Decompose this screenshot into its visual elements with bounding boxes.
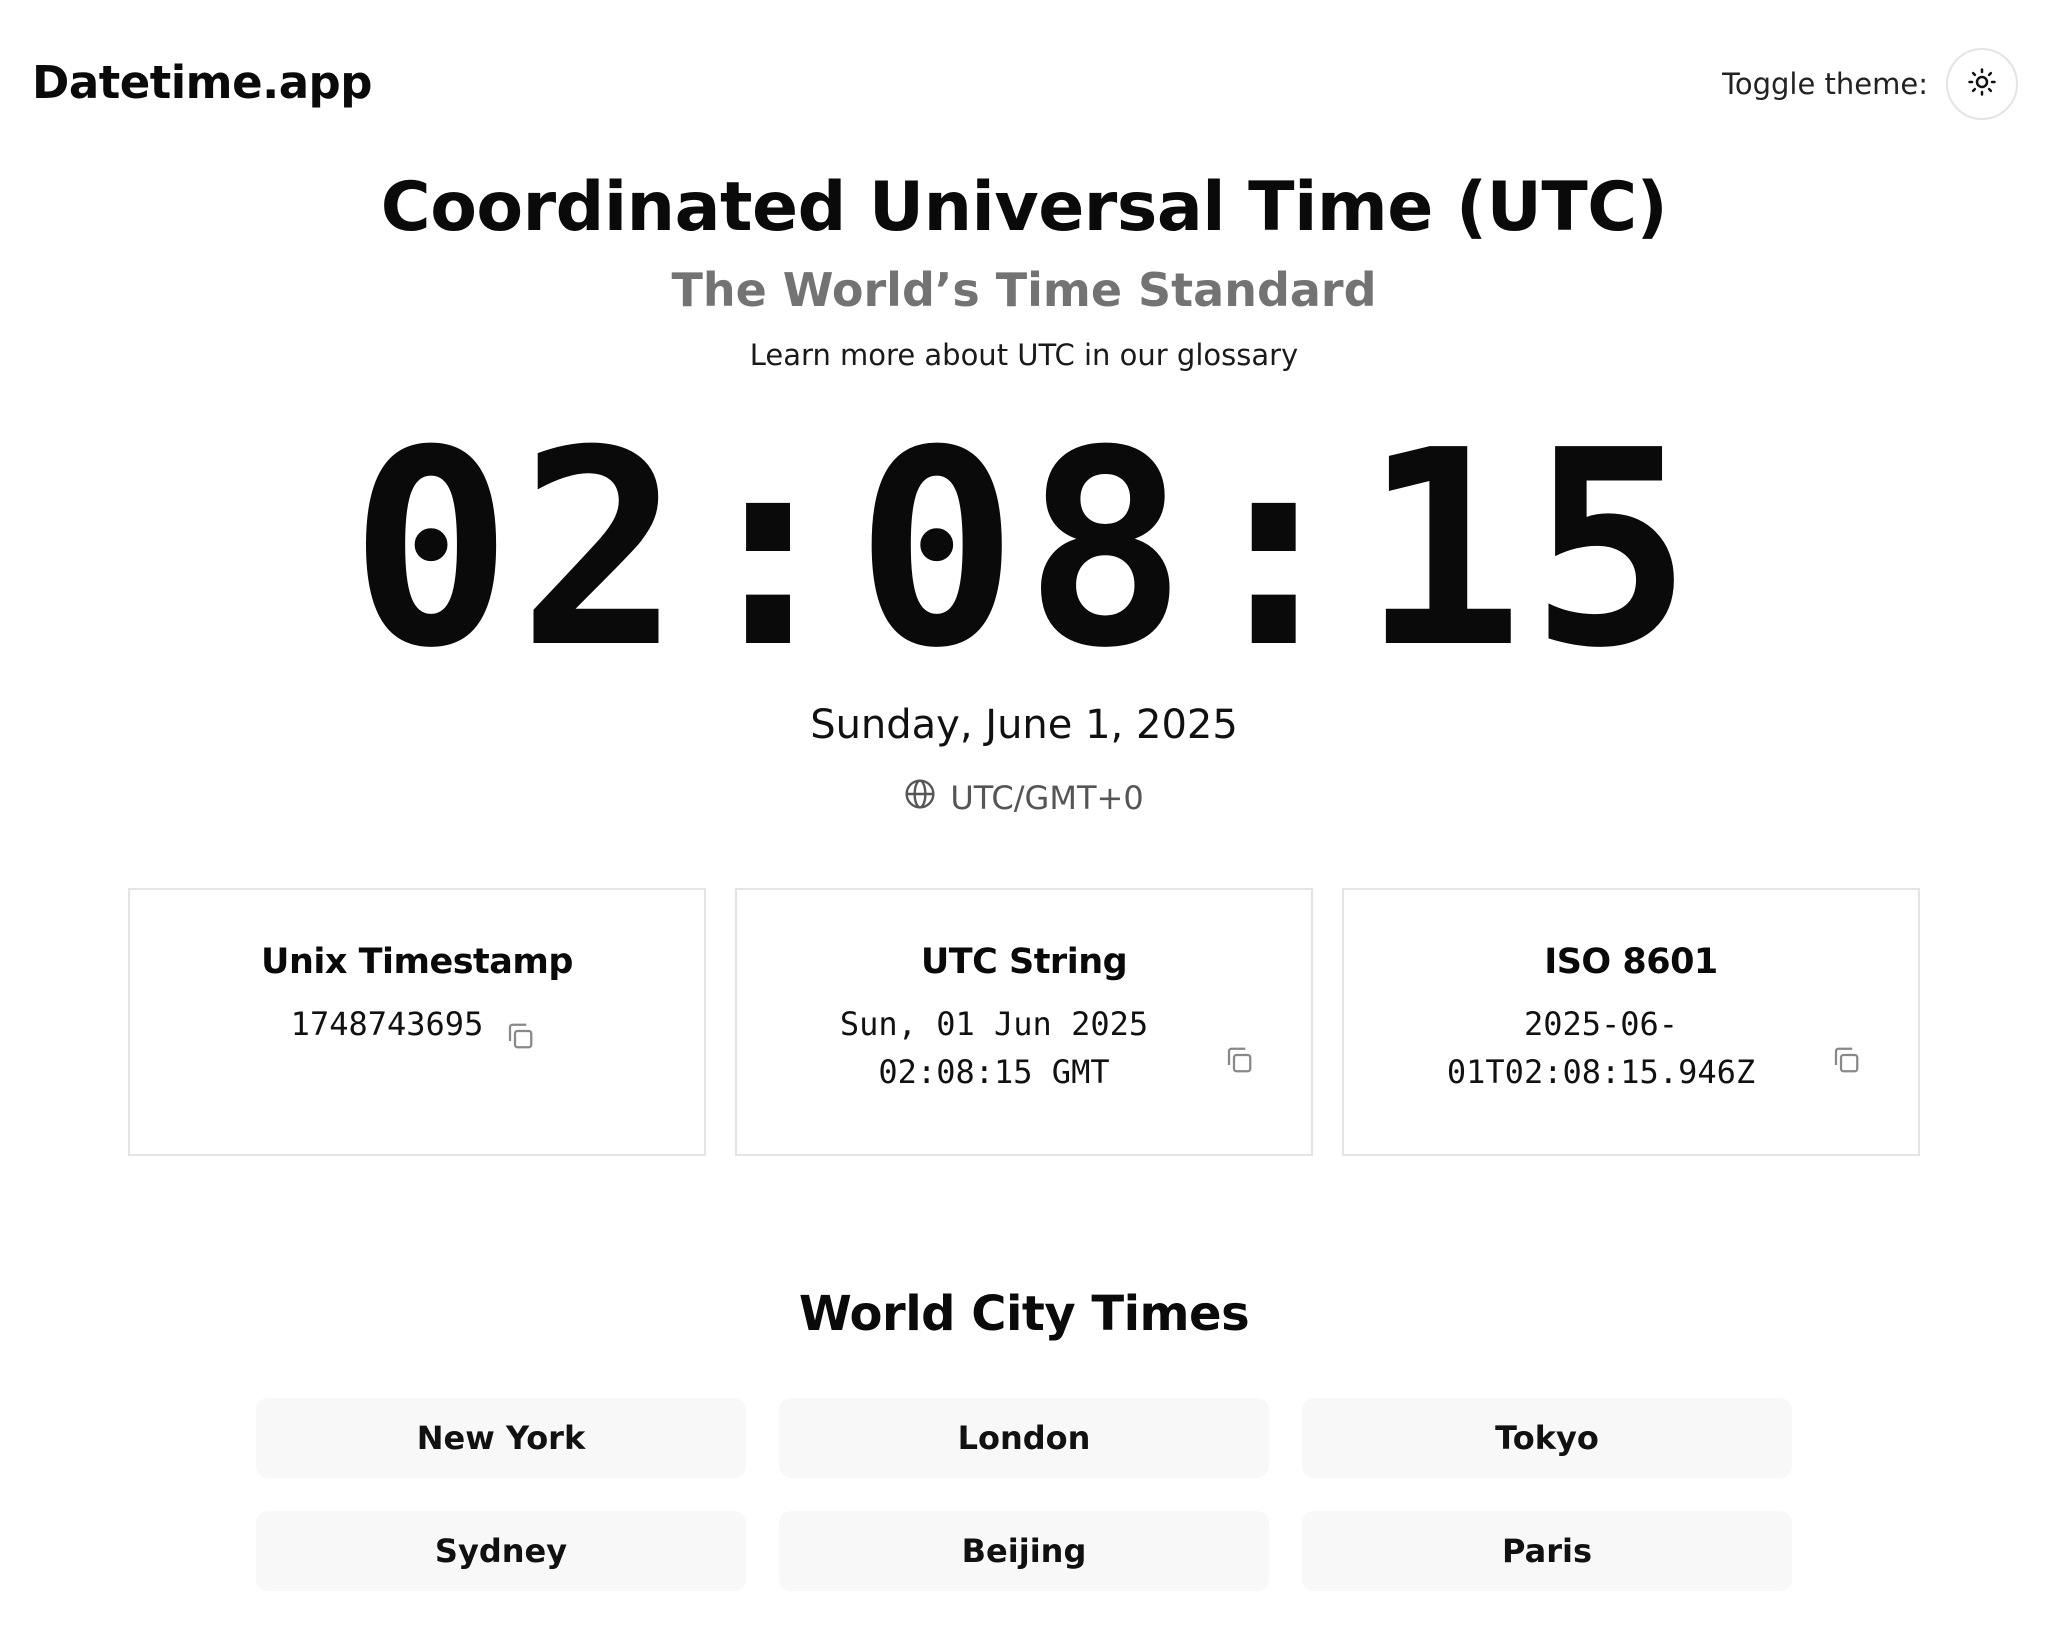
time-format-cards: Unix Timestamp 1748743695 UTC String Sun… xyxy=(128,888,1920,1156)
city-button-sydney[interactable]: Sydney xyxy=(256,1511,746,1591)
timezone-indicator: UTC/GMT+0 xyxy=(0,778,2048,818)
theme-toggle-button[interactable] xyxy=(1946,48,2018,120)
iso-8601-card: ISO 8601 2025-06- 01T02:08:15.946Z xyxy=(1342,888,1920,1156)
copy-unix-button[interactable] xyxy=(500,1018,540,1058)
current-date: Sunday, June 1, 2025 xyxy=(810,702,1238,748)
globe-icon xyxy=(904,778,950,818)
city-button-london[interactable]: London xyxy=(779,1398,1269,1478)
city-button-beijing[interactable]: Beijing xyxy=(779,1511,1269,1591)
page-title: Coordinated Universal Time (UTC) xyxy=(380,168,1668,247)
clock-display: 02:08:15 xyxy=(349,392,1699,707)
world-city-times-title: World City Times xyxy=(798,1286,1250,1342)
city-button-tokyo[interactable]: Tokyo xyxy=(1302,1398,1792,1478)
copy-iso-button[interactable] xyxy=(1826,1042,1866,1082)
card-title: ISO 8601 xyxy=(1544,942,1718,982)
sun-icon xyxy=(1967,67,1997,101)
unix-timestamp-value: 1748743695 xyxy=(290,1005,484,1043)
copy-icon xyxy=(1831,1045,1861,1079)
theme-toggle-label: Toggle theme: xyxy=(1722,67,1928,101)
card-title: UTC String xyxy=(920,942,1128,982)
city-button-new-york[interactable]: New York xyxy=(256,1398,746,1478)
glossary-link[interactable]: Learn more about UTC in our glossary xyxy=(750,338,1298,372)
theme-toggle-group: Toggle theme: xyxy=(1722,48,2018,120)
card-title: Unix Timestamp xyxy=(261,942,573,982)
header: Datetime.app Toggle theme: xyxy=(0,0,2048,170)
unix-timestamp-card: Unix Timestamp 1748743695 xyxy=(128,888,706,1156)
hero: Coordinated Universal Time (UTC) The Wor… xyxy=(0,160,2048,372)
utc-string-card: UTC String Sun, 01 Jun 2025 02:08:15 GMT xyxy=(735,888,1313,1156)
timezone-label: UTC/GMT+0 xyxy=(950,779,1144,817)
copy-icon xyxy=(505,1021,535,1055)
logo[interactable]: Datetime.app xyxy=(32,56,372,109)
copy-utc-button[interactable] xyxy=(1219,1042,1259,1082)
copy-icon xyxy=(1224,1045,1254,1079)
city-grid: New York London Tokyo Sydney Beijing Par… xyxy=(256,1398,1792,1591)
city-button-paris[interactable]: Paris xyxy=(1302,1511,1792,1591)
page-subtitle: The World’s Time Standard xyxy=(671,263,1377,317)
